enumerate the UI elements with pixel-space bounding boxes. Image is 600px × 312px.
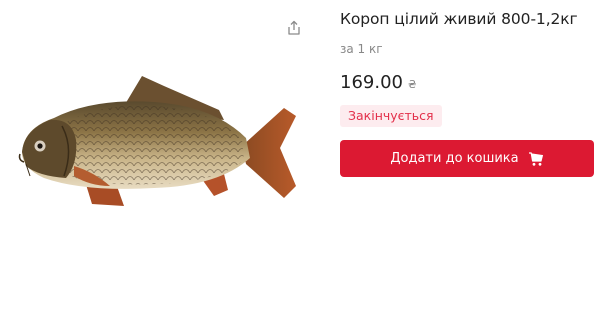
price-value: 169.00 <box>340 72 403 93</box>
product-title: Короп цілий живий 800-1,2кг <box>340 10 578 28</box>
share-icon <box>288 20 300 35</box>
add-to-cart-label: Додати до кошика <box>390 151 519 166</box>
share-button[interactable] <box>284 18 304 38</box>
unit-label: за 1 кг <box>340 42 383 56</box>
product-image-area <box>0 0 320 312</box>
cart-icon <box>528 151 544 167</box>
product-card: Короп цілий живий 800-1,2кг за 1 кг 169.… <box>0 0 600 312</box>
currency-symbol: ₴ <box>407 78 417 91</box>
product-image <box>18 76 296 206</box>
add-to-cart-button[interactable]: Додати до кошика <box>340 140 594 177</box>
price-row: 169.00 ₴ <box>340 72 417 93</box>
low-stock-badge: Закінчується <box>340 105 442 127</box>
